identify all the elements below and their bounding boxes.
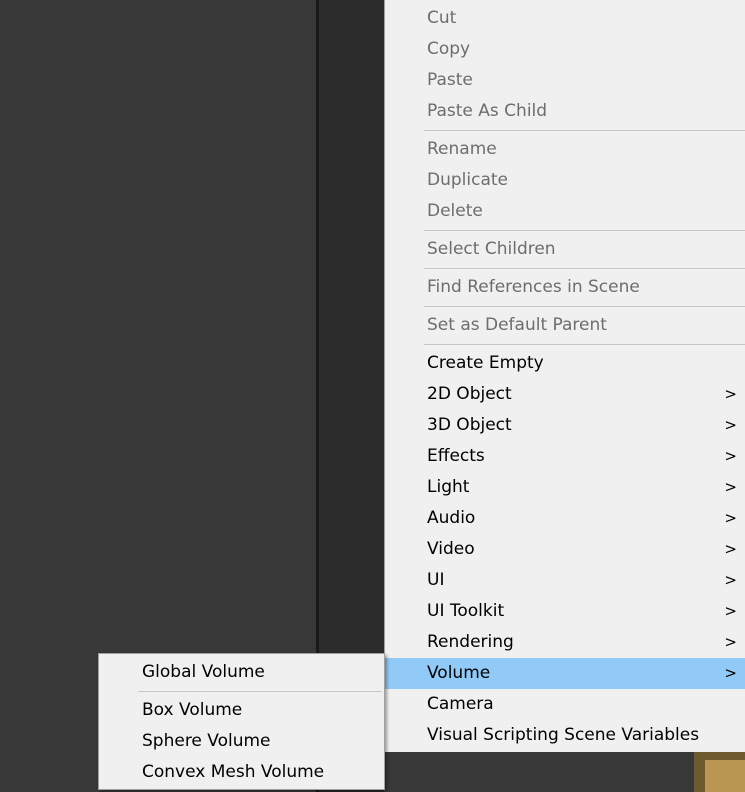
menu-item-effects[interactable]: Effects > [385, 441, 745, 472]
menu-item-label: Effects [427, 446, 485, 466]
menu-item-find-references[interactable]: Find References in Scene [385, 272, 745, 303]
menu-item-label: Copy [427, 39, 471, 59]
submenu-item-global-volume[interactable]: Global Volume [99, 657, 384, 688]
menu-item-label: 3D Object [427, 415, 512, 435]
menu-item-label: Duplicate [427, 170, 508, 190]
menu-item-label: Rename [427, 139, 497, 159]
menu-item-paste[interactable]: Paste [385, 65, 745, 96]
submenu-item-box-volume[interactable]: Box Volume [99, 695, 384, 726]
menu-item-visual-scripting-scene-variables[interactable]: Visual Scripting Scene Variables [385, 720, 745, 751]
menu-item-label: Visual Scripting Scene Variables [427, 725, 700, 745]
menu-item-select-children[interactable]: Select Children [385, 234, 745, 265]
menu-item-label: Select Children [427, 239, 556, 259]
menu-item-video[interactable]: Video > [385, 534, 745, 565]
menu-item-2d-object[interactable]: 2D Object > [385, 379, 745, 410]
menu-item-ui-toolkit[interactable]: UI Toolkit > [385, 596, 745, 627]
volume-submenu: Global Volume Box Volume Sphere Volume C… [98, 653, 385, 790]
menu-item-label: Global Volume [142, 662, 265, 682]
context-menu: Cut Copy Paste Paste As Child Rename Dup… [384, 0, 745, 752]
chevron-right-icon: > [724, 664, 737, 682]
chevron-right-icon: > [724, 571, 737, 589]
menu-item-3d-object[interactable]: 3D Object > [385, 410, 745, 441]
menu-item-volume[interactable]: Volume > [385, 658, 745, 689]
menu-item-label: Delete [427, 201, 483, 221]
chevron-right-icon: > [724, 633, 737, 651]
menu-item-camera[interactable]: Camera [385, 689, 745, 720]
menu-item-label: Paste [427, 70, 473, 90]
menu-item-label: Set as Default Parent [427, 315, 607, 335]
menu-item-rendering[interactable]: Rendering > [385, 627, 745, 658]
menu-separator [424, 306, 745, 307]
menu-item-copy[interactable]: Copy [385, 34, 745, 65]
chevron-right-icon: > [724, 478, 737, 496]
menu-item-light[interactable]: Light > [385, 472, 745, 503]
chevron-right-icon: > [724, 509, 737, 527]
menu-item-label: Create Empty [427, 353, 544, 373]
chevron-right-icon: > [724, 540, 737, 558]
menu-item-label: Video [427, 539, 475, 559]
menu-item-label: Rendering [427, 632, 514, 652]
menu-item-create-empty[interactable]: Create Empty [385, 348, 745, 379]
menu-item-label: Audio [427, 508, 476, 528]
menu-item-paste-as-child[interactable]: Paste As Child [385, 96, 745, 127]
menu-item-cut[interactable]: Cut [385, 3, 745, 34]
menu-item-label: Light [427, 477, 470, 497]
menu-separator [424, 130, 745, 131]
menu-item-label: Volume [427, 663, 491, 683]
menu-item-rename[interactable]: Rename [385, 134, 745, 165]
menu-item-audio[interactable]: Audio > [385, 503, 745, 534]
menu-item-set-default-parent[interactable]: Set as Default Parent [385, 310, 745, 341]
menu-item-label: Camera [427, 694, 494, 714]
chevron-right-icon: > [724, 385, 737, 403]
menu-item-label: UI [427, 570, 445, 590]
menu-separator [424, 344, 745, 345]
submenu-item-convex-mesh-volume[interactable]: Convex Mesh Volume [99, 757, 384, 788]
menu-item-label: Box Volume [142, 700, 243, 720]
chevron-right-icon: > [724, 602, 737, 620]
chevron-right-icon: > [724, 447, 737, 465]
menu-item-delete[interactable]: Delete [385, 196, 745, 227]
scene-view-object [705, 760, 745, 792]
menu-item-label: Sphere Volume [142, 731, 271, 751]
menu-item-label: Cut [427, 8, 457, 28]
menu-separator [138, 691, 382, 692]
menu-item-label: Find References in Scene [427, 277, 640, 297]
menu-item-label: UI Toolkit [427, 601, 505, 621]
chevron-right-icon: > [724, 416, 737, 434]
menu-separator [424, 230, 745, 231]
menu-item-duplicate[interactable]: Duplicate [385, 165, 745, 196]
menu-item-label: Convex Mesh Volume [142, 762, 325, 782]
menu-item-ui[interactable]: UI > [385, 565, 745, 596]
menu-item-label: Paste As Child [427, 101, 548, 121]
menu-separator [424, 268, 745, 269]
submenu-item-sphere-volume[interactable]: Sphere Volume [99, 726, 384, 757]
menu-item-label: 2D Object [427, 384, 512, 404]
